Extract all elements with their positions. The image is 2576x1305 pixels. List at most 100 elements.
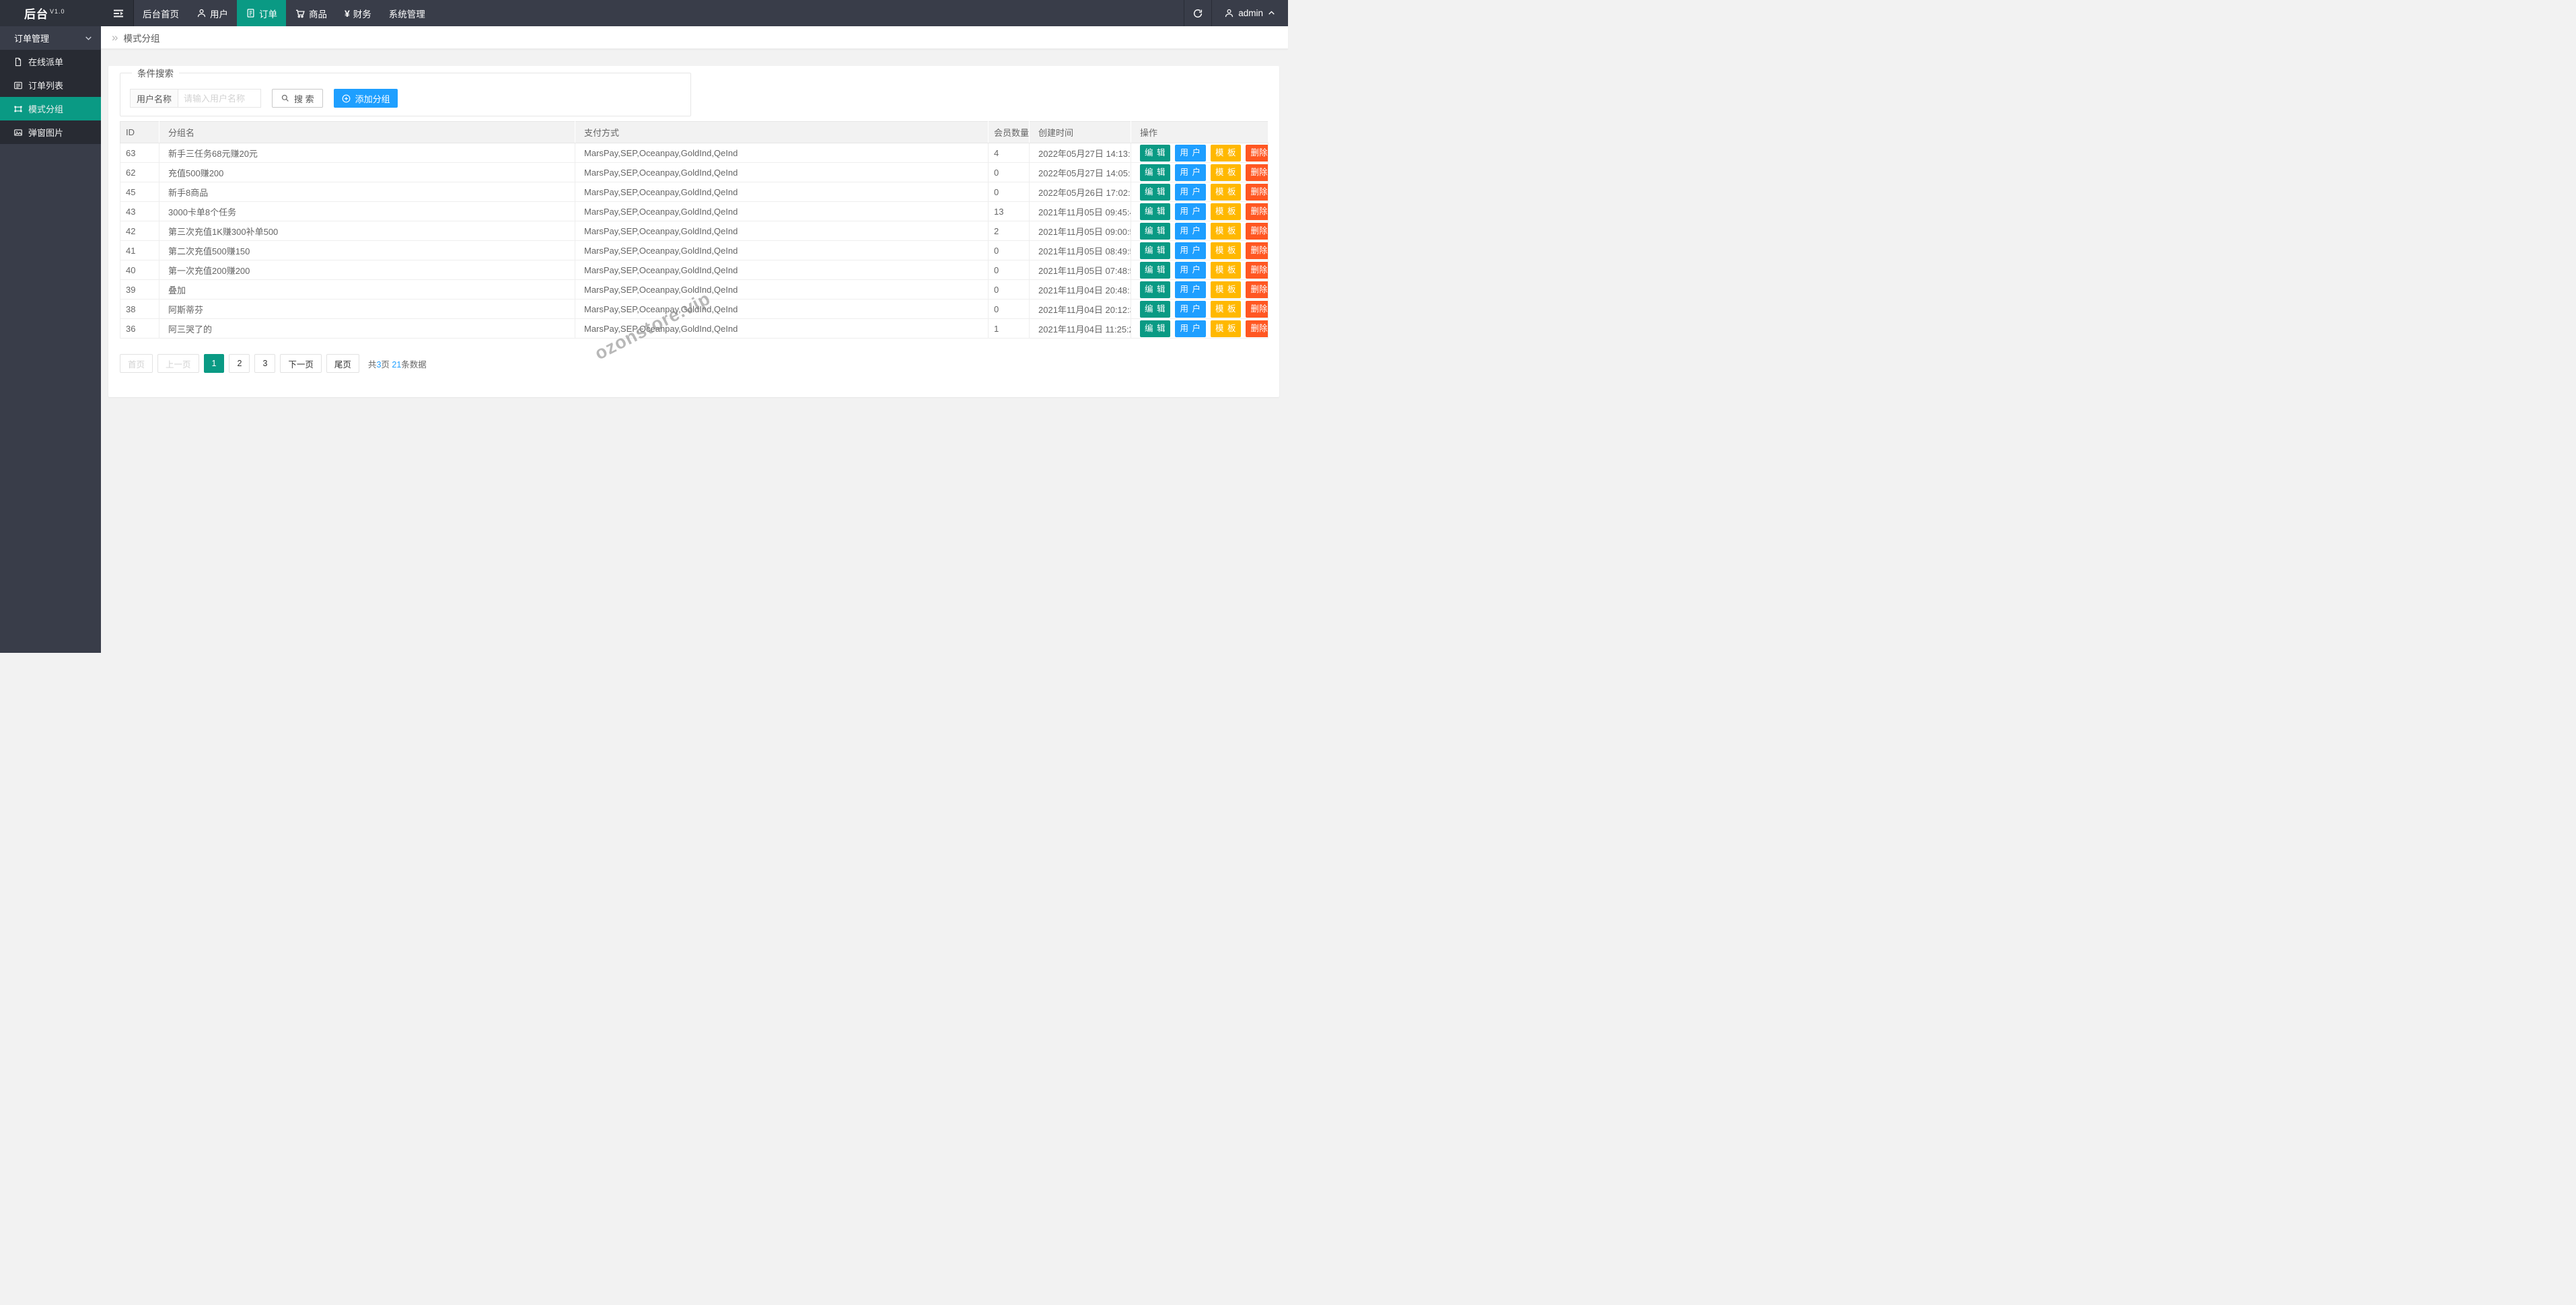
refresh-icon[interactable] bbox=[1184, 0, 1213, 26]
col-group-name: 分组名 bbox=[159, 121, 575, 143]
cell-created: 2021年11月04日 20:12:32 bbox=[1029, 299, 1131, 319]
pagination: 首页 上一页 1 2 3 下一页 尾页 共3页 21条数据 bbox=[120, 354, 1268, 373]
delete-button[interactable]: 删除 bbox=[1246, 242, 1268, 259]
template-button[interactable]: 模 板 bbox=[1210, 222, 1242, 240]
search-button[interactable]: 搜 索 bbox=[272, 89, 323, 108]
nav-item-goods[interactable]: 商品 bbox=[286, 0, 336, 26]
plus-circle-icon bbox=[341, 94, 351, 104]
cart-icon bbox=[295, 8, 306, 19]
template-button[interactable]: 模 板 bbox=[1210, 281, 1242, 298]
edit-button[interactable]: 编 辑 bbox=[1140, 203, 1171, 220]
cell-pay: MarsPay,SEP,Oceanpay,GoldInd,QeInd bbox=[575, 279, 989, 299]
top-header: 后台 V1.0 后台首页 用户 订单 商品 ¥ 财务 系统管理 admin bbox=[0, 0, 1288, 26]
sidebar-item-mode-groups[interactable]: 模式分组 bbox=[0, 97, 101, 120]
cell-pay: MarsPay,SEP,Oceanpay,GoldInd,QeInd bbox=[575, 201, 989, 221]
template-button[interactable]: 模 板 bbox=[1210, 300, 1242, 318]
delete-button[interactable]: 删除 bbox=[1246, 203, 1268, 220]
user-button[interactable]: 用 户 bbox=[1175, 203, 1206, 220]
user-button[interactable]: 用 户 bbox=[1175, 320, 1206, 337]
edit-button[interactable]: 编 辑 bbox=[1140, 144, 1171, 162]
delete-button[interactable]: 删除 bbox=[1246, 320, 1268, 337]
user-button[interactable]: 用 户 bbox=[1175, 242, 1206, 259]
sidebar-group-label: 订单管理 bbox=[14, 34, 50, 44]
cell-actions: 编 辑用 户模 板删除 bbox=[1131, 221, 1268, 241]
nav-item-users[interactable]: 用户 bbox=[188, 0, 237, 26]
template-button[interactable]: 模 板 bbox=[1210, 164, 1242, 181]
username-input[interactable] bbox=[178, 89, 262, 108]
template-button[interactable]: 模 板 bbox=[1210, 183, 1242, 201]
nav-item-orders[interactable]: 订单 bbox=[237, 0, 286, 26]
edit-button[interactable]: 编 辑 bbox=[1140, 222, 1171, 240]
cell-created: 2021年11月05日 08:49:54 bbox=[1029, 240, 1131, 260]
breadcrumb: » 模式分组 bbox=[101, 26, 1288, 49]
content-area: » 模式分组 条件搜索 用户名称 搜 索 bbox=[101, 26, 1288, 653]
cell-members: 2 bbox=[988, 221, 1030, 241]
delete-button[interactable]: 删除 bbox=[1246, 183, 1268, 201]
table-row: 43 3000卡单8个任务 MarsPay,SEP,Oceanpay,GoldInd… bbox=[120, 201, 1268, 221]
template-button[interactable]: 模 板 bbox=[1210, 242, 1242, 259]
cell-pay: MarsPay,SEP,Oceanpay,GoldInd,QeInd bbox=[575, 143, 989, 163]
template-button[interactable]: 模 板 bbox=[1210, 320, 1242, 337]
cell-members: 4 bbox=[988, 143, 1030, 163]
nav-label: 系统管理 bbox=[388, 9, 425, 20]
next-page-button[interactable]: 下一页 bbox=[280, 354, 322, 373]
user-button[interactable]: 用 户 bbox=[1175, 164, 1206, 181]
edit-button[interactable]: 编 辑 bbox=[1140, 164, 1171, 181]
edit-button[interactable]: 编 辑 bbox=[1140, 242, 1171, 259]
user-button[interactable]: 用 户 bbox=[1175, 261, 1206, 279]
user-button[interactable]: 用 户 bbox=[1175, 300, 1206, 318]
delete-button[interactable]: 删除 bbox=[1246, 222, 1268, 240]
sidebar-items: 在线派单 订单列表 模式分组 弹窗图片 bbox=[0, 50, 101, 144]
template-button[interactable]: 模 板 bbox=[1210, 261, 1242, 279]
first-page-button: 首页 bbox=[120, 354, 153, 373]
delete-button[interactable]: 删除 bbox=[1246, 164, 1268, 181]
nav-item-home[interactable]: 后台首页 bbox=[134, 0, 188, 26]
template-button[interactable]: 模 板 bbox=[1210, 203, 1242, 220]
cell-pay: MarsPay,SEP,Oceanpay,GoldInd,QeInd bbox=[575, 221, 989, 241]
page-button-1[interactable]: 1 bbox=[203, 354, 225, 373]
cell-name: 第一次充值200赚200 bbox=[159, 260, 575, 280]
edit-button[interactable]: 编 辑 bbox=[1140, 300, 1171, 318]
sidebar-toggle-icon[interactable] bbox=[110, 5, 127, 22]
nav-item-finance[interactable]: ¥ 财务 bbox=[336, 0, 380, 26]
template-button[interactable]: 模 板 bbox=[1210, 144, 1242, 162]
edit-button[interactable]: 编 辑 bbox=[1140, 261, 1171, 279]
sidebar-group-order-management[interactable]: 订单管理 bbox=[0, 26, 101, 50]
user-button[interactable]: 用 户 bbox=[1175, 183, 1206, 201]
user-button[interactable]: 用 户 bbox=[1175, 222, 1206, 240]
chevron-up-icon bbox=[1267, 9, 1276, 17]
delete-button[interactable]: 删除 bbox=[1246, 261, 1268, 279]
add-group-button[interactable]: 添加分组 bbox=[333, 89, 398, 108]
cell-id: 63 bbox=[120, 143, 159, 163]
search-fieldset: 条件搜索 用户名称 搜 索 bbox=[120, 66, 691, 116]
last-page-button[interactable]: 尾页 bbox=[326, 354, 359, 373]
nav-item-system[interactable]: 系统管理 bbox=[380, 0, 434, 26]
table-row: 42 第三次充值1K赚300补单500 MarsPay,SEP,Oceanpay,G… bbox=[120, 221, 1268, 241]
sidebar-item-order-list[interactable]: 订单列表 bbox=[0, 73, 101, 97]
col-pay-methods: 支付方式 bbox=[575, 121, 989, 143]
page-button-2[interactable]: 2 bbox=[229, 354, 250, 373]
nav-label: 财务 bbox=[353, 9, 371, 20]
edit-button[interactable]: 编 辑 bbox=[1140, 281, 1171, 298]
edit-button[interactable]: 编 辑 bbox=[1140, 320, 1171, 337]
delete-button[interactable]: 删除 bbox=[1246, 144, 1268, 162]
cell-id: 62 bbox=[120, 162, 159, 182]
cell-actions: 编 辑用 户模 板删除 bbox=[1131, 162, 1268, 182]
page-button-3[interactable]: 3 bbox=[254, 354, 276, 373]
cell-members: 1 bbox=[988, 318, 1030, 339]
table-body: 63 新手三任务68元赚20元 MarsPay,SEP,Oceanpay,GoldI… bbox=[120, 143, 1268, 339]
edit-button[interactable]: 编 辑 bbox=[1140, 183, 1171, 201]
user-button[interactable]: 用 户 bbox=[1175, 281, 1206, 298]
sidebar-item-online-dispatch[interactable]: 在线派单 bbox=[0, 50, 101, 73]
delete-button[interactable]: 删除 bbox=[1246, 281, 1268, 298]
app-logo: 后台 V1.0 bbox=[24, 8, 65, 21]
pagination-summary: 共3页 21条数据 bbox=[367, 359, 427, 369]
user-button[interactable]: 用 户 bbox=[1175, 144, 1206, 162]
table-row: 41 第二次充值500赚150 MarsPay,SEP,Oceanpay,GoldI… bbox=[120, 240, 1268, 260]
cell-name: 阿三哭了的 bbox=[159, 318, 575, 339]
user-menu[interactable]: admin bbox=[1212, 0, 1288, 26]
sidebar-item-popup-images[interactable]: 弹窗图片 bbox=[0, 120, 101, 144]
delete-button[interactable]: 删除 bbox=[1246, 300, 1268, 318]
cell-members: 0 bbox=[988, 162, 1030, 182]
search-form: 用户名称 搜 索 添加分组 bbox=[130, 89, 681, 108]
